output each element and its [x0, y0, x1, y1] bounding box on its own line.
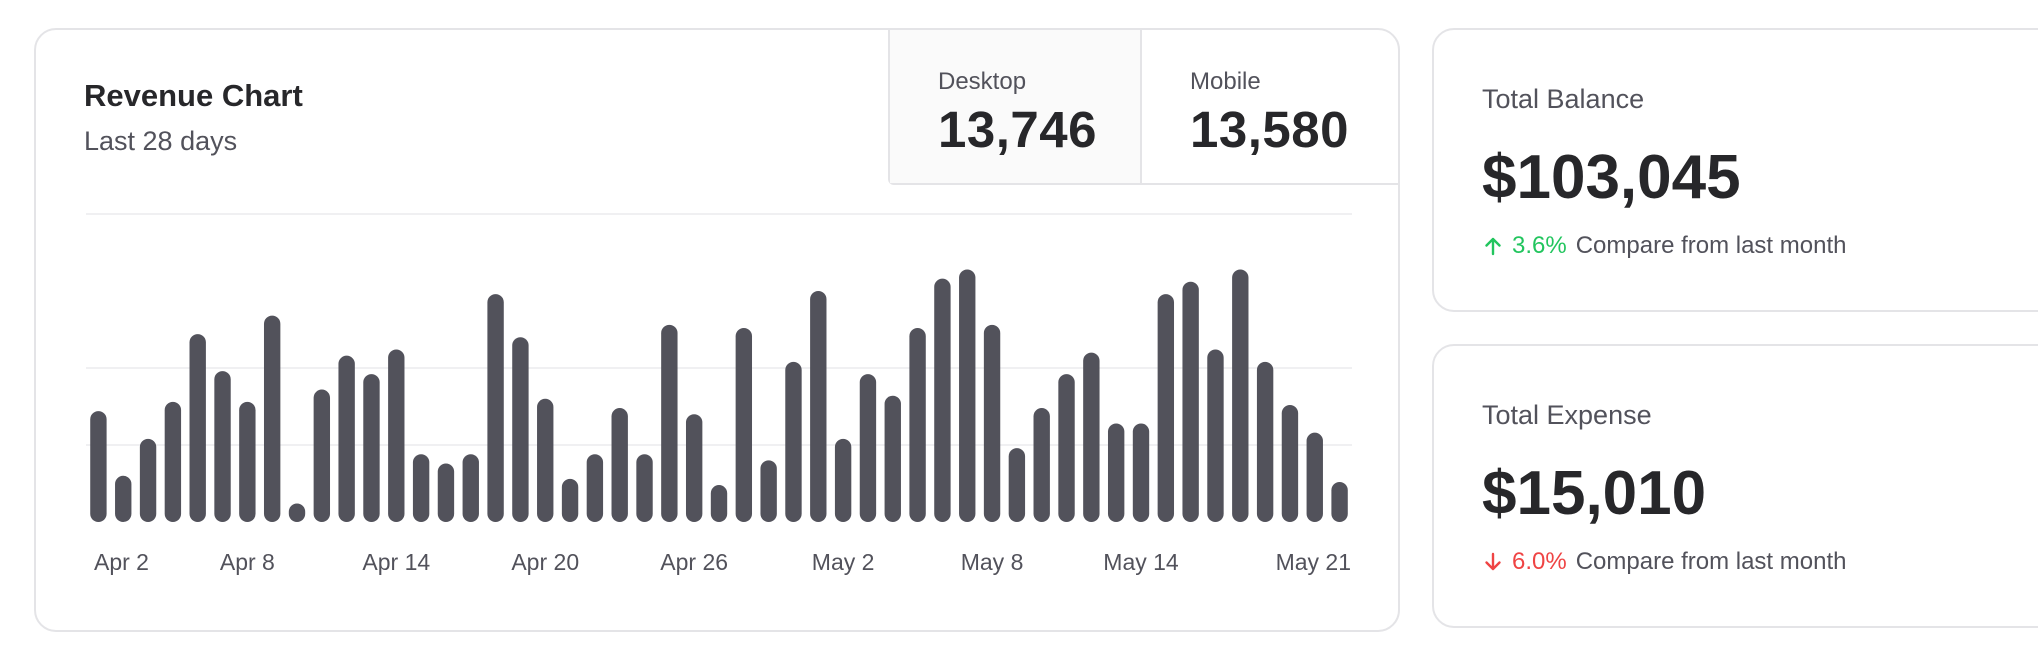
chart-bar[interactable]: [1083, 352, 1100, 522]
x-tick-label: Apr 14: [362, 549, 430, 575]
chart-bar[interactable]: [909, 327, 926, 522]
chart-bar[interactable]: [462, 454, 479, 522]
chart-bar[interactable]: [1281, 404, 1299, 522]
chart-bar[interactable]: [115, 475, 132, 522]
chart-bar[interactable]: [884, 395, 901, 522]
chart-bar[interactable]: [338, 355, 355, 522]
balance-value: $103,045: [1482, 143, 1741, 212]
balance-compare-text: Compare from last month: [1575, 232, 1847, 259]
x-tick-label: Apr 26: [660, 549, 728, 575]
chart-bar[interactable]: [1107, 423, 1125, 522]
chart-bar[interactable]: [288, 503, 306, 522]
expense-delta-percent: 6.0%: [1512, 548, 1567, 575]
chart-bar[interactable]: [512, 337, 529, 522]
chart-bar[interactable]: [934, 278, 951, 522]
chart-bar[interactable]: [760, 460, 777, 522]
x-tick-label: Apr 20: [511, 549, 579, 575]
x-tick-label: Apr 2: [94, 549, 149, 575]
x-tick-label: May 14: [1103, 549, 1179, 575]
chart-bar[interactable]: [661, 324, 678, 522]
x-tick-label: May 8: [961, 549, 1024, 575]
balance-delta: 3.6% Compare from last month: [1482, 232, 1846, 260]
chart-bar[interactable]: [1232, 269, 1249, 522]
chart-bar[interactable]: [586, 454, 604, 522]
expense-value: $15,010: [1482, 459, 1707, 528]
chart-bar[interactable]: [710, 485, 728, 522]
arrow-down-icon: [1482, 551, 1504, 573]
chart-bar[interactable]: [1306, 432, 1323, 522]
balance-label: Total Balance: [1482, 84, 1645, 114]
revenue-bar-chart: Apr 2 Apr 8 Apr 14 Apr 20 Apr 26 May 2 May 8 Ma…: [86, 213, 1352, 575]
arrow-up-icon: [1482, 235, 1504, 257]
chart-bar[interactable]: [313, 389, 331, 522]
chart-bar[interactable]: [636, 454, 653, 522]
chart-bar[interactable]: [561, 478, 579, 522]
x-tick-label: May 21: [1276, 549, 1351, 575]
chart-bar[interactable]: [685, 414, 703, 522]
chart-bar[interactable]: [1008, 448, 1026, 522]
balance-delta-percent: 3.6%: [1512, 232, 1567, 259]
chart-bar[interactable]: [263, 315, 281, 522]
chart-bar[interactable]: [983, 324, 1001, 522]
chart-bar[interactable]: [1256, 361, 1274, 522]
chart-bar[interactable]: [214, 371, 231, 522]
chart-bar[interactable]: [859, 374, 877, 522]
expense-compare-text: Compare from last month: [1575, 548, 1847, 575]
chart-bar[interactable]: [785, 361, 802, 522]
expense-label: Total Expense: [1482, 400, 1652, 430]
total-expense-card: Total Expense $15,010 6.0% Compare from …: [1432, 344, 2038, 628]
chart-bar[interactable]: [487, 294, 504, 522]
chart-bars: [90, 269, 1348, 522]
chart-bar[interactable]: [388, 349, 405, 522]
chart-bar[interactable]: [1033, 408, 1050, 522]
chart-bar[interactable]: [90, 411, 107, 522]
chart-bar[interactable]: [1157, 294, 1175, 522]
chart-x-axis: Apr 2 Apr 8 Apr 14 Apr 20 Apr 26 May 2 May 8 Ma…: [94, 549, 1351, 575]
chart-bar[interactable]: [363, 374, 380, 522]
chart-bar[interactable]: [239, 401, 256, 522]
chart-bar[interactable]: [412, 454, 430, 522]
chart-bar[interactable]: [834, 438, 852, 522]
chart-bar[interactable]: [1132, 423, 1150, 522]
chart-bar[interactable]: [1182, 281, 1199, 522]
chart-bar[interactable]: [959, 269, 976, 522]
chart-bar[interactable]: [735, 327, 753, 522]
chart-bar[interactable]: [1058, 374, 1075, 522]
chart-bar[interactable]: [1331, 481, 1348, 522]
x-tick-label: Apr 8: [220, 549, 275, 575]
chart-bar[interactable]: [810, 291, 827, 522]
chart-bar[interactable]: [437, 463, 455, 522]
revenue-chart-card: Revenue Chart Last 28 days Desktop 13,74…: [34, 28, 1400, 632]
chart-bar[interactable]: [139, 438, 157, 522]
chart-bar[interactable]: [537, 398, 554, 522]
chart-bar[interactable]: [189, 334, 206, 522]
chart-bar[interactable]: [611, 408, 628, 522]
chart-bar[interactable]: [1207, 349, 1224, 522]
expense-delta: 6.0% Compare from last month: [1482, 548, 1846, 576]
total-balance-card: Total Balance $103,045 3.6% Compare from…: [1432, 28, 2038, 312]
chart-bar[interactable]: [164, 401, 182, 522]
x-tick-label: May 2: [812, 549, 875, 575]
